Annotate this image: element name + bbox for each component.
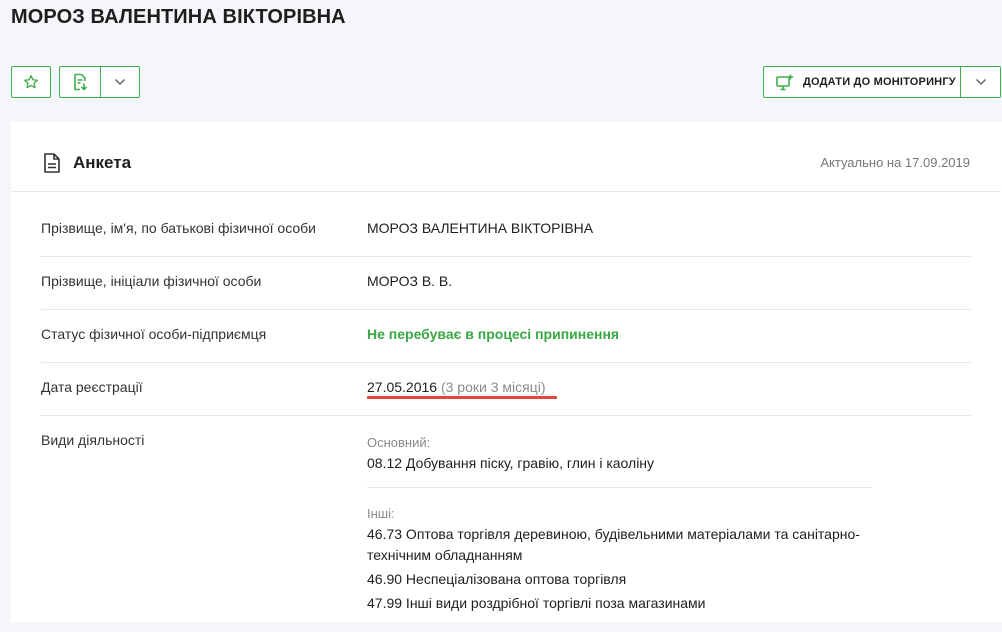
profile-card: Анкета Актуально на 17.09.2019 Прізвище,… (11, 122, 1002, 622)
export-button[interactable] (60, 67, 101, 97)
add-to-monitoring-button[interactable]: ДОДАТИ ДО МОНІТОРИНГУ (764, 67, 962, 97)
monitoring-button-group: ДОДАТИ ДО МОНІТОРИНГУ (763, 66, 1001, 98)
export-dropdown-button[interactable] (101, 67, 139, 97)
field-label: Дата реєстрації (41, 379, 143, 395)
star-icon (23, 74, 39, 90)
actual-date: Актуально на 17.09.2019 (820, 155, 970, 170)
activities-other-label: Інші: (367, 506, 395, 521)
status-value: Не перебуває в процесі припинення (367, 326, 620, 342)
field-label: Прізвище, ім'я, по батькові фізичної осо… (41, 220, 317, 236)
activity-item: технічним обладнанням (367, 547, 523, 563)
activity-item: 08.12 Добування піску, гравію, глин і ка… (367, 455, 655, 471)
activities-other: Інші: 46.73 Оптова торгівля деревиною, б… (367, 503, 860, 614)
export-button-group (59, 66, 140, 98)
activities-main-label: Основний: (367, 435, 431, 450)
field-row-initials: Прізвище, ініціали фізичної особи МОРОЗ … (41, 273, 971, 310)
monitor-plus-icon (776, 74, 794, 91)
card-title: Анкета (73, 153, 132, 172)
field-label: Види діяльності (41, 432, 145, 448)
field-label: Прізвище, ініціали фізичної особи (41, 273, 262, 289)
chevron-down-icon (975, 78, 987, 86)
activity-item: 47.99 Інші види роздрібної торгівлі поза… (367, 595, 706, 611)
document-icon (43, 153, 61, 178)
registration-value: 27.05.2016 (3 роки 3 місяці) (367, 379, 546, 395)
activity-item: 46.73 Оптова торгівля деревиною, будівел… (367, 526, 860, 542)
registration-date: 27.05.2016 (367, 379, 438, 395)
field-row-activities: Види діяльності Основний: 08.12 Добуванн… (41, 432, 971, 632)
field-row-status: Статус фізичної особи-підприємця Не пере… (41, 326, 971, 363)
field-value: МОРОЗ В. В. (367, 273, 453, 289)
field-row-registration-date: Дата реєстрації 27.05.2016 (3 роки 3 міс… (41, 379, 971, 416)
registration-duration: (3 роки 3 місяці) (440, 379, 546, 395)
highlight-underline (367, 396, 557, 399)
divider (367, 487, 871, 488)
field-value: МОРОЗ ВАЛЕНТИНА ВІКТОРІВНА (367, 220, 594, 236)
chevron-down-icon (114, 78, 126, 86)
field-row-full-name: Прізвище, ім'я, по батькові фізичної осо… (41, 220, 971, 257)
add-to-monitoring-label: ДОДАТИ ДО МОНІТОРИНГУ (803, 76, 956, 88)
monitoring-dropdown-button[interactable] (961, 67, 1000, 97)
activity-item: 46.90 Неспеціалізована оптова торгівля (367, 571, 627, 587)
activities-main: Основний: 08.12 Добування піску, гравію,… (367, 432, 654, 474)
page-title: МОРОЗ ВАЛЕНТИНА ВІКТОРІВНА (11, 6, 346, 28)
favorite-button[interactable] (11, 66, 51, 98)
document-download-icon (72, 73, 88, 91)
field-label: Статус фізичної особи-підприємця (41, 326, 267, 342)
card-header: Анкета Актуально на 17.09.2019 (11, 122, 1001, 192)
